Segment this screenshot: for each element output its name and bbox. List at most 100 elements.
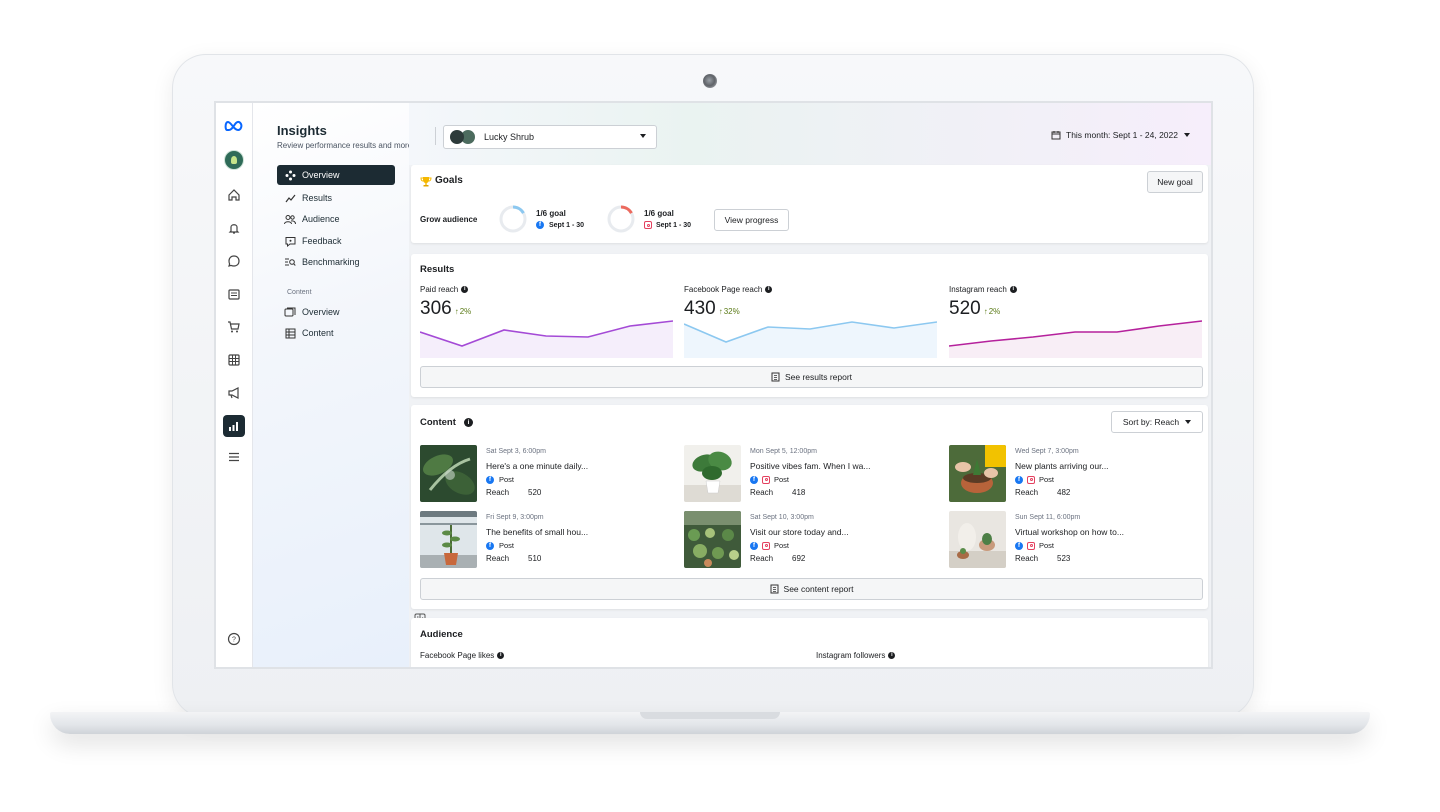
post-meta: f Post bbox=[1015, 541, 1054, 550]
insights-icon[interactable] bbox=[223, 415, 245, 437]
svg-text:?: ? bbox=[232, 637, 236, 644]
profile-avatar[interactable] bbox=[223, 149, 245, 171]
post-meta: f Post bbox=[486, 475, 514, 484]
label-text: Instagram followers bbox=[816, 651, 886, 660]
chat-icon[interactable] bbox=[223, 250, 245, 272]
see-content-report-button[interactable]: See content report bbox=[420, 578, 1203, 600]
nav-item-feedback[interactable]: Feedback bbox=[277, 231, 395, 251]
cart-icon[interactable] bbox=[223, 316, 245, 338]
see-results-report-button[interactable]: See results report bbox=[420, 366, 1203, 388]
content-table-icon bbox=[283, 326, 297, 340]
stat-value: 306 bbox=[420, 298, 452, 319]
post-title: Here's a one minute daily... bbox=[486, 461, 589, 471]
post-title: Virtual workshop on how to... bbox=[1015, 527, 1124, 537]
stat-change: 32% bbox=[723, 307, 740, 316]
help-icon[interactable]: ? bbox=[223, 628, 245, 650]
stat-value: 520 bbox=[949, 298, 981, 319]
post-title: Positive vibes fam. When I wa... bbox=[750, 461, 871, 471]
divider bbox=[435, 127, 436, 145]
results-heading: Results bbox=[420, 264, 455, 275]
nav-item-overview[interactable]: Overview bbox=[277, 165, 395, 185]
instagram-icon bbox=[644, 221, 652, 229]
home-icon[interactable] bbox=[223, 184, 245, 206]
sparkline-instagram-reach bbox=[949, 320, 1202, 358]
bell-icon[interactable] bbox=[223, 217, 245, 239]
nav-item-label: Feedback bbox=[302, 236, 342, 246]
post-type: Post bbox=[1039, 541, 1055, 550]
feedback-icon bbox=[283, 234, 297, 248]
instagram-followers-label: Instagram followers i bbox=[816, 651, 896, 660]
benchmarking-icon bbox=[283, 255, 297, 269]
pages-icon[interactable] bbox=[223, 283, 245, 305]
results-icon bbox=[283, 191, 297, 205]
nav-item-content[interactable]: Content bbox=[277, 323, 395, 343]
stat-facebook-page-reach: Facebook Page reach i 430 ↑ 32% bbox=[684, 285, 773, 320]
content-post[interactable]: Wed Sept 7, 3:00pm New plants arriving o… bbox=[949, 445, 1199, 503]
date-range-label: This month: Sept 1 - 24, 2022 bbox=[1066, 130, 1178, 140]
post-meta: f Post bbox=[1015, 475, 1054, 484]
nav-item-benchmarking[interactable]: Benchmarking bbox=[277, 252, 395, 272]
goal-date-range: Sept 1 - 30 bbox=[549, 221, 585, 229]
post-date: Fri Sept 9, 3:00pm bbox=[486, 514, 544, 521]
stat-change: 2% bbox=[988, 307, 1001, 316]
sparkline-paid-reach bbox=[420, 320, 673, 358]
goal-row-label: Grow audience bbox=[420, 215, 478, 224]
post-thumbnail bbox=[949, 445, 1006, 502]
content-post[interactable]: Fri Sept 9, 3:00pm The benefits of small… bbox=[420, 511, 670, 569]
post-type: Post bbox=[1039, 475, 1055, 484]
sort-dropdown[interactable]: Sort by: Reach bbox=[1111, 411, 1203, 433]
info-icon[interactable]: i bbox=[1009, 286, 1017, 293]
content-card: Content i Sort by: Reach Sat Sept 3, 6:0… bbox=[411, 405, 1208, 609]
date-range-selector[interactable]: This month: Sept 1 - 24, 2022 bbox=[1051, 130, 1190, 140]
post-title: Visit our store today and... bbox=[750, 527, 849, 537]
nav-item-label: Overview bbox=[302, 170, 340, 180]
info-icon[interactable]: i bbox=[461, 286, 469, 293]
insights-nav: Insights Review performance results and … bbox=[253, 103, 426, 667]
trend-up-icon: ↑ bbox=[718, 307, 723, 316]
megaphone-icon[interactable] bbox=[223, 382, 245, 404]
info-icon[interactable]: i bbox=[765, 286, 773, 293]
nav-item-content-overview[interactable]: Overview bbox=[277, 302, 395, 322]
chevron-down-icon bbox=[1185, 420, 1192, 424]
goal-progress-text: 1/6 goal bbox=[644, 209, 674, 218]
report-icon bbox=[770, 584, 779, 594]
info-icon[interactable]: i bbox=[497, 652, 505, 659]
new-goal-button[interactable]: New goal bbox=[1147, 171, 1203, 193]
label-text: Facebook Page likes bbox=[420, 651, 495, 660]
info-icon[interactable]: i bbox=[464, 418, 473, 427]
trophy-icon bbox=[420, 175, 432, 193]
goal-date-range: Sept 1 - 30 bbox=[656, 221, 692, 229]
view-progress-button[interactable]: View progress bbox=[714, 209, 789, 231]
facebook-icon: f bbox=[750, 541, 758, 550]
stat-label: Facebook Page reach bbox=[684, 285, 763, 294]
sparkline-facebook-page-reach bbox=[684, 321, 937, 358]
overview-icon bbox=[283, 168, 297, 182]
reach-label: Reach bbox=[1015, 554, 1039, 563]
content-post[interactable]: Mon Sept 5, 12:00pm Positive vibes fam. … bbox=[684, 445, 934, 503]
post-title: New plants arriving our... bbox=[1015, 461, 1109, 471]
reach-value: 482 bbox=[1057, 488, 1071, 497]
content-post[interactable]: Sun Sept 11, 6:00pm Virtual workshop on … bbox=[949, 511, 1199, 569]
content-overview-icon bbox=[283, 305, 297, 319]
content-post[interactable]: Sat Sept 10, 3:00pm Visit our store toda… bbox=[684, 511, 934, 569]
content-post[interactable]: Sat Sept 3, 6:00pm Here's a one minute d… bbox=[420, 445, 670, 503]
facebook-icon: f bbox=[536, 221, 544, 229]
stat-value: 430 bbox=[684, 298, 716, 319]
post-thumbnail bbox=[684, 511, 741, 568]
nav-item-results[interactable]: Results bbox=[277, 188, 395, 208]
meta-logo-icon[interactable] bbox=[223, 115, 245, 137]
menu-icon[interactable] bbox=[223, 446, 245, 468]
facebook-icon: f bbox=[486, 475, 494, 484]
stat-instagram-reach: Instagram reach i 520 ↑ 2% bbox=[949, 285, 1017, 320]
page-subtitle: Review performance results and more. bbox=[277, 141, 415, 150]
info-icon[interactable]: i bbox=[888, 652, 896, 659]
button-label: See results report bbox=[784, 372, 853, 382]
nav-item-audience[interactable]: Audience bbox=[277, 209, 395, 229]
reach-label: Reach bbox=[1015, 488, 1039, 497]
reach-label: Reach bbox=[750, 554, 774, 563]
account-selector[interactable]: Lucky Shrub bbox=[443, 125, 657, 149]
audience-icon bbox=[283, 212, 297, 226]
table-icon[interactable] bbox=[223, 349, 245, 371]
nav-item-label: Audience bbox=[302, 214, 340, 224]
trend-up-icon: ↑ bbox=[454, 307, 459, 316]
